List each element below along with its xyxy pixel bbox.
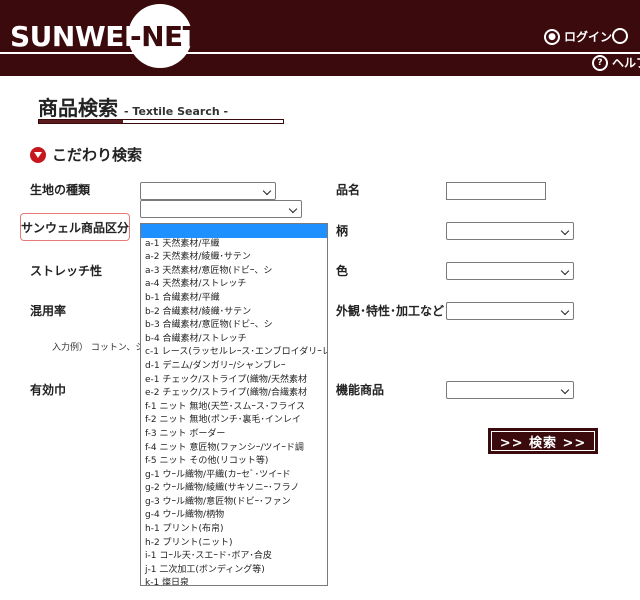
dropdown-option[interactable]: a-3 天然素材/意匠物(ドビｰ、シ (141, 265, 327, 279)
chevron-down-circle-icon (30, 146, 46, 163)
login-label: ログイン (564, 30, 613, 44)
dropdown-option[interactable] (141, 224, 327, 238)
dropdown-option[interactable]: a-2 天然素材/綾織･サテン (141, 251, 327, 265)
dropdown-option[interactable]: h-2 プリント(ニット) (141, 537, 327, 551)
dropdown-option[interactable]: c-1 レース(ラッセルレｰス･エンブロイダリｰレｰス) (141, 346, 327, 360)
fabric-type-select[interactable] (140, 182, 276, 200)
page-title: 商品検索 (38, 96, 118, 120)
help-label: ヘルプ (612, 56, 640, 70)
appearance-select[interactable] (446, 302, 574, 320)
dropdown-option[interactable]: a-1 天然素材/平織 (141, 238, 327, 252)
dropdown-option[interactable]: e-1 チェック/ストライプ(織物/天然素材 (141, 374, 327, 388)
dropdown-option[interactable]: k-1 燦日泉 (141, 577, 327, 585)
section-heading: こだわり検索 (30, 144, 142, 165)
question-icon: ? (592, 54, 608, 71)
dropdown-option[interactable]: h-1 プリント(布帛) (141, 523, 327, 537)
dropdown-option[interactable]: b-4 合繊素材/ストレッチ (141, 333, 327, 347)
dropdown-option[interactable]: f-3 ニット ボーダー (141, 428, 327, 442)
product-category-label: サンウェル商品区分 (20, 213, 130, 241)
help-link[interactable]: ? ヘルプ (592, 54, 640, 71)
dropdown-option[interactable]: f-4 ニット 意匠物(ファンシｰ/ツイｰド調 (141, 442, 327, 456)
search-button[interactable]: >> 検索 >> (488, 428, 598, 454)
login-link[interactable]: ● ログイン (544, 28, 612, 45)
lock-icon: ● (544, 28, 560, 45)
color-select[interactable] (446, 262, 574, 280)
dropdown-option[interactable]: g-3 ウｰル織物/意匠物(ドビｰ･ファン (141, 496, 327, 510)
dropdown-option[interactable]: f-2 ニット 無地(ポンチ･裏毛･インレイ (141, 414, 327, 428)
pattern-select[interactable] (446, 222, 574, 240)
chevron-down-icon (262, 186, 272, 196)
dropdown-option[interactable]: d-1 デニム/ダンガリｰ/シャンブレｰ (141, 360, 327, 374)
title-underline-accent (39, 120, 123, 123)
dropdown-option[interactable]: a-4 天然素材/ストレッチ (141, 278, 327, 292)
dropdown-option[interactable]: b-3 合繊素材/意匠物(ドビｰ、シ (141, 319, 327, 333)
dropdown-option[interactable]: j-1 二次加工(ボンディング等) (141, 564, 327, 578)
color-label: 色 (336, 264, 349, 278)
stretch-label: ストレッチ性 (30, 264, 103, 278)
blend-ratio-example: 入力例） コットン、シ (52, 343, 145, 353)
chevron-down-icon (560, 385, 570, 395)
fabric-type-label: 生地の種類 (30, 183, 91, 197)
section-title: こだわり検索 (52, 146, 143, 164)
blend-ratio-label: 混用率 (30, 304, 67, 318)
dropdown-option[interactable]: f-1 ニット 無地(天竺･スムｰス･フライス (141, 401, 327, 415)
chevron-down-icon[interactable] (612, 28, 628, 44)
dropdown-option[interactable]: i-1 コｰル天･スエｰド･ボア･合皮 (141, 550, 327, 564)
dropdown-option[interactable]: f-5 ニット その他(リコット等) (141, 455, 327, 469)
chevron-down-icon (560, 306, 570, 316)
functional-product-select[interactable] (446, 381, 574, 399)
logo-text-right: -NET (130, 20, 202, 53)
header-divider (0, 52, 640, 54)
dropdown-option[interactable]: b-1 合繊素材/平織 (141, 292, 327, 306)
page-title-block: 商品検索 - Textile Search - (38, 92, 228, 121)
dropdown-option[interactable]: g-1 ウｰル織物/平織(カｰセﾞ･ツイｰド (141, 469, 327, 483)
page-subtitle: - Textile Search - (124, 105, 229, 118)
dropdown-option[interactable]: e-2 チェック/ストライプ(織物/合繊素材 (141, 387, 327, 401)
functional-product-label: 機能商品 (336, 383, 385, 397)
chevron-down-icon (560, 266, 570, 276)
appearance-label: 外観･特性･加工など (336, 304, 445, 318)
title-underline (38, 119, 284, 124)
product-name-label: 品名 (336, 183, 361, 197)
chevron-down-icon (560, 226, 570, 236)
product-category-dropdown-list[interactable]: a-1 天然素材/平織 a-2 天然素材/綾織･サテン a-3 天然素材/意匠物(ド… (140, 223, 328, 586)
chevron-down-icon (288, 204, 298, 214)
product-category-select[interactable] (140, 200, 302, 218)
product-name-input[interactable] (446, 182, 546, 200)
dropdown-option[interactable]: g-4 ウｰル織物/柄物 (141, 509, 327, 523)
site-header: SUNWELL -NET ● ログイン ? ヘルプ (0, 0, 640, 76)
usable-width-label: 有効巾 (30, 383, 67, 397)
dropdown-option[interactable]: g-2 ウｰル織物/綾織(サキソニｰ･フラノ (141, 482, 327, 496)
pattern-label: 柄 (336, 224, 349, 238)
dropdown-option[interactable]: b-2 合繊素材/綾織･サテン (141, 306, 327, 320)
